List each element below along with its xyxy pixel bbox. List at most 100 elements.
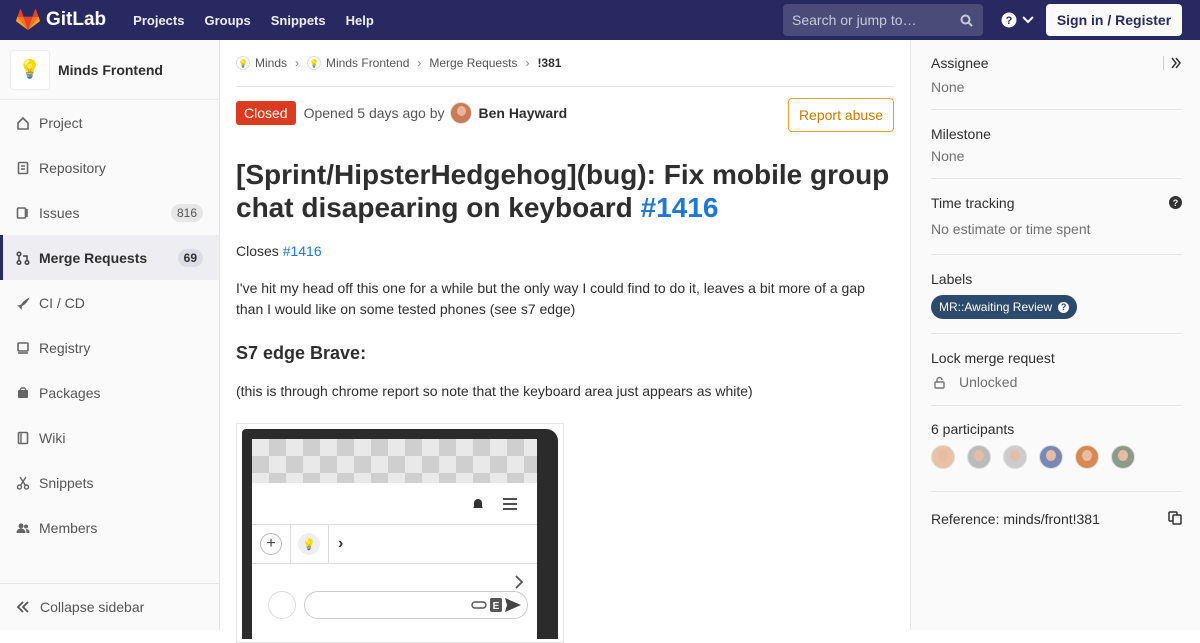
breadcrumb-mr-id[interactable]: !381	[537, 56, 561, 70]
reference-text: Reference: minds/front!381	[931, 511, 1100, 527]
milestone-value: None	[931, 148, 965, 164]
breadcrumb: 💡 Minds › 💡 Minds Frontend › Merge Reque…	[236, 40, 894, 87]
assignee-label: Assignee	[931, 55, 989, 71]
description-note: (this is through chrome report so note t…	[236, 383, 753, 399]
divider	[1163, 56, 1164, 70]
title-issue-link[interactable]: #1416	[641, 192, 719, 223]
sidebar-project-header[interactable]: 💡 Minds Frontend	[0, 40, 219, 100]
sidebar-item-packages[interactable]: Packages	[0, 370, 219, 415]
sidebar-item-registry[interactable]: Registry	[0, 325, 219, 370]
question-icon[interactable]: ?	[1169, 196, 1182, 209]
avatar[interactable]	[931, 445, 955, 469]
phone-screen: + 💡 › E	[252, 439, 537, 639]
labels-label: Labels	[931, 271, 973, 287]
issues-count-badge: 816	[170, 203, 203, 222]
home-icon	[16, 116, 30, 130]
closes-prefix: Closes	[236, 243, 279, 259]
project-sidebar: 💡 Minds Frontend Project Repository Issu…	[0, 40, 220, 630]
phone-frame: + 💡 › E	[242, 429, 558, 639]
sidebar-item-wiki[interactable]: Wiki	[0, 415, 219, 460]
help-dropdown[interactable]: ?	[1001, 12, 1034, 28]
lock-open-icon	[934, 376, 945, 389]
mr-title-text: [Sprint/HipsterHedgehog](bug): Fix mobil…	[236, 159, 890, 223]
brand-name: GitLab	[46, 9, 107, 30]
search-placeholder: Search or jump to…	[792, 12, 917, 28]
gitlab-logo[interactable]: GitLab	[16, 9, 106, 31]
label-chip[interactable]: MR::Awaiting Review ?	[931, 295, 1078, 319]
participants-label: 6 participants	[931, 421, 1015, 437]
question-icon: ?	[1058, 301, 1070, 313]
sidebar-item-repository[interactable]: Repository	[0, 145, 219, 190]
description-heading: S7 edge Brave:	[236, 343, 367, 363]
main-nav: Projects Groups Snippets Help	[133, 13, 394, 28]
phone-message-input: E	[304, 591, 528, 619]
avatar[interactable]	[1075, 445, 1099, 469]
sidebar-item-project[interactable]: Project	[0, 100, 219, 145]
doc-icon	[16, 161, 30, 175]
opened-text: Opened 5 days ago by	[303, 105, 445, 121]
rocket-icon	[16, 296, 30, 310]
divider	[328, 525, 329, 563]
avatar[interactable]	[1039, 445, 1063, 469]
phone-chat-header: + 💡 ›	[252, 525, 537, 564]
lightbulb-icon: 💡	[307, 56, 322, 70]
lightbulb-icon: 💡	[236, 56, 250, 70]
author-link[interactable]: Ben Hayward	[478, 105, 567, 121]
closes-line: Closes #1416	[236, 243, 322, 259]
sidebar-item-label: CI / CD	[39, 294, 85, 311]
mr-status-line: Closed Opened 5 days ago by Ben Hayward	[236, 101, 567, 125]
nav-projects[interactable]: Projects	[133, 13, 184, 28]
plus-icon: +	[260, 533, 282, 555]
sidebar-item-ci-cd[interactable]: CI / CD	[0, 280, 219, 325]
chevron-down-icon	[1022, 16, 1034, 24]
scissors-icon	[16, 476, 30, 490]
time-tracking-label: Time tracking	[931, 195, 1015, 211]
phone-toolbar	[252, 483, 537, 525]
menu-icon	[503, 497, 517, 510]
time-tracking-block: Time tracking No estimate or time spent …	[931, 179, 1182, 255]
report-abuse-button[interactable]: Report abuse	[787, 98, 894, 132]
phone-avatar-placeholder	[268, 591, 296, 619]
nav-snippets[interactable]: Snippets	[271, 13, 326, 28]
chevron-right-icon: ›	[338, 535, 344, 552]
sidebar-item-issues[interactable]: Issues 816	[0, 190, 219, 235]
sidebar-item-label: Registry	[39, 339, 91, 356]
sidebar-item-merge-requests[interactable]: Merge Requests 69	[0, 235, 219, 280]
breadcrumb-minds[interactable]: Minds	[255, 56, 287, 70]
nav-groups[interactable]: Groups	[204, 13, 250, 28]
nav-help[interactable]: Help	[346, 13, 374, 28]
participants-list	[931, 445, 1182, 469]
collapse-sidebar-button[interactable]: Collapse sidebar	[0, 583, 219, 630]
merge-requests-count-badge: 69	[177, 248, 203, 267]
sign-in-button[interactable]: Sign in / Register	[1046, 4, 1182, 36]
lock-value: Unlocked	[959, 374, 1018, 390]
main-content: 💡 Minds › 💡 Minds Frontend › Merge Reque…	[236, 40, 894, 643]
copy-icon[interactable]	[1168, 511, 1182, 525]
avatar[interactable]	[967, 445, 991, 469]
search-input[interactable]: Search or jump to…	[783, 4, 983, 36]
lock-status: Unlocked	[931, 374, 1182, 390]
avatar[interactable]	[450, 102, 473, 124]
breadcrumb-minds-frontend[interactable]: Minds Frontend	[326, 56, 409, 70]
breadcrumb-merge-requests[interactable]: Merge Requests	[429, 56, 517, 70]
chevron-right-icon: ›	[417, 56, 422, 70]
assignee-block: Assignee None	[931, 40, 1182, 110]
lightbulb-icon: 💡	[298, 533, 320, 555]
lock-label: Lock merge request	[931, 350, 1055, 366]
divider	[290, 525, 291, 563]
collapse-right-sidebar-icon[interactable]	[1170, 57, 1182, 69]
reference-block: Reference: minds/front!381	[931, 492, 1182, 552]
sidebar-item-members[interactable]: Members	[0, 505, 219, 550]
lightbulb-icon: 💡	[10, 49, 50, 90]
sidebar-item-snippets[interactable]: Snippets	[0, 460, 219, 505]
chevron-right-icon	[515, 575, 524, 589]
closes-issue-link[interactable]: #1416	[283, 243, 322, 259]
screenshot-image[interactable]: + 💡 › E	[236, 423, 564, 643]
avatar[interactable]	[1111, 445, 1135, 469]
assignee-value: None	[931, 79, 965, 95]
book-icon	[16, 431, 30, 445]
avatar[interactable]	[1003, 445, 1027, 469]
lock-block: Lock merge request Unlocked	[931, 334, 1182, 406]
labels-block: Labels MR::Awaiting Review ?	[931, 255, 1182, 334]
sidebar-item-label: Wiki	[39, 429, 66, 446]
